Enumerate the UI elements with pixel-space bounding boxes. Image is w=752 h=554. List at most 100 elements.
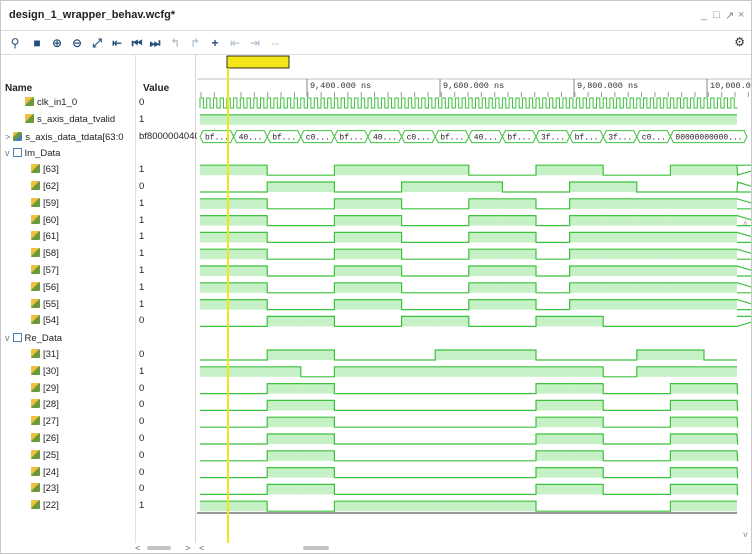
bus-segment-label: 40... (239, 134, 263, 143)
high-level-fill (267, 484, 301, 495)
signal-row-name[interactable]: [22] (31, 499, 59, 513)
signal-icon (31, 365, 40, 375)
signal-row-name[interactable]: [26] (31, 432, 59, 446)
signal-row-name[interactable]: clk_in1_0 (25, 96, 77, 110)
bus-segment-label: bf... (440, 134, 464, 143)
signal-name: [30] (43, 365, 59, 377)
high-level-fill (267, 400, 301, 411)
minimize-icon[interactable]: _ (701, 9, 707, 21)
high-level-fill (670, 450, 704, 461)
high-level-fill (233, 165, 268, 176)
signal-row-name[interactable]: [63] (31, 163, 59, 177)
previous-marker-icon[interactable]: ⇤ (227, 35, 243, 51)
zoom-fit-icon[interactable]: ⤢ (89, 35, 105, 51)
high-level-fill (502, 215, 536, 226)
zoom-in-icon[interactable]: ⊕ (49, 35, 65, 51)
go-to-cursor-icon[interactable]: ⇤ (109, 35, 125, 51)
high-level-fill (569, 316, 604, 327)
zoom-out-icon[interactable]: ⊖ (69, 35, 85, 51)
bus-signal-icon (13, 131, 23, 141)
high-level-fill (569, 484, 604, 495)
signal-row-name[interactable]: [54] (31, 314, 59, 328)
high-level-fill (603, 182, 637, 192)
wave-scroll-thumb (303, 546, 329, 550)
high-level-fill (704, 198, 737, 209)
signal-name: [25] (43, 449, 59, 461)
add-marker-icon[interactable]: + (207, 35, 223, 51)
high-level-fill (368, 249, 402, 260)
signal-row-name[interactable]: [57] (31, 264, 59, 278)
high-level-fill (569, 165, 604, 176)
high-level-fill (300, 434, 335, 444)
high-level-fill (368, 266, 402, 276)
signal-row-name[interactable]: [60] (31, 214, 59, 228)
search-icon[interactable]: ⚲ (7, 35, 23, 51)
chevron-down-icon[interactable]: v (5, 333, 10, 343)
column-divider[interactable] (135, 55, 136, 543)
high-level-fill (536, 366, 570, 377)
gear-icon[interactable]: ⚙ (734, 35, 745, 49)
high-level-fill (300, 467, 335, 478)
high-level-fill (670, 299, 704, 310)
signal-row-name[interactable]: [27] (31, 415, 59, 429)
signal-row-name[interactable]: [56] (31, 281, 59, 295)
signal-row-name[interactable]: [23] (31, 482, 59, 496)
close-icon[interactable]: × (738, 9, 744, 21)
signal-row-name[interactable]: [61] (31, 230, 59, 244)
high-level-fill (502, 266, 536, 276)
horizontal-scrollbar[interactable]: < > < (131, 542, 751, 554)
signal-row-name[interactable]: [29] (31, 382, 59, 396)
go-to-start-icon[interactable]: ⏮ (129, 35, 145, 51)
toolbar: ⚲ ■ ⊕ ⊖ ⤢ ⇤ ⏮ ⏭ ↰ ↱ + ⇤ ⇥ ⇔ (1, 31, 751, 55)
float-icon[interactable]: ↗ (725, 9, 734, 22)
waveform-canvas[interactable]: 9,400.000 ns 9,600.000 ns 9,800.000 ns 10,0… (197, 55, 751, 543)
window-title: design_1_wrapper_behav.wcfg* (9, 9, 176, 21)
high-level-fill (603, 215, 637, 226)
high-level-fill (636, 198, 671, 209)
signal-row-name[interactable]: s_axis_data_tvalid (25, 113, 115, 127)
restore-icon[interactable]: □ (713, 9, 720, 21)
signal-name: [62] (43, 181, 59, 192)
go-to-end-icon[interactable]: ⏭ (147, 35, 163, 51)
signal-row-name[interactable]: v Re_Data (5, 331, 62, 345)
signal-name: [56] (43, 281, 59, 293)
high-level-fill (200, 114, 737, 125)
high-level-fill (368, 299, 402, 310)
chevron-down-icon[interactable]: v (5, 148, 10, 158)
signal-row-name[interactable]: [55] (31, 298, 59, 312)
save-icon[interactable]: ■ (29, 35, 45, 51)
high-level-fill (267, 316, 301, 327)
high-level-fill (670, 266, 704, 276)
signal-row-name[interactable]: [25] (31, 449, 59, 463)
chevron-right-icon[interactable]: > (5, 132, 10, 142)
signal-icon (31, 231, 40, 241)
previous-transition-icon[interactable]: ↰ (167, 35, 183, 51)
waveform-pane[interactable]: 9,400.000 ns 9,600.000 ns 9,800.000 ns 10,0… (197, 55, 751, 543)
vertical-scrollbar[interactable]: ^ v (741, 97, 751, 543)
signal-icon (31, 449, 40, 459)
signal-row-name[interactable]: v Im_Data (5, 146, 60, 160)
signal-icon (25, 113, 34, 123)
bus-segment-label: 3f... (608, 134, 632, 143)
signal-row-name[interactable]: [62] (31, 180, 59, 194)
high-level-fill (435, 366, 469, 377)
signal-row-name[interactable]: [28] (31, 398, 59, 412)
swap-cursors-icon[interactable]: ⇔ (267, 35, 283, 51)
signal-row-name[interactable]: [24] (31, 466, 59, 480)
high-level-fill (502, 198, 536, 209)
signal-row-name[interactable]: [30] (31, 365, 59, 379)
signal-row-name[interactable]: > s_axis_data_tdata[63:0 (5, 130, 124, 144)
signal-row-name[interactable]: [58] (31, 247, 59, 261)
bus-segment-label: bf... (339, 134, 363, 143)
signal-row-name[interactable]: [59] (31, 197, 59, 211)
signal-name: clk_in1_0 (37, 97, 78, 108)
high-level-fill (267, 366, 301, 377)
high-level-fill (603, 198, 637, 209)
high-level-fill (569, 215, 604, 226)
next-transition-icon[interactable]: ↱ (187, 35, 203, 51)
high-level-fill (368, 501, 402, 512)
signal-row-name[interactable]: [31] (31, 348, 59, 362)
high-level-fill (334, 501, 368, 512)
next-marker-icon[interactable]: ⇥ (247, 35, 263, 51)
signal-value: bf8000004040 (139, 130, 197, 142)
